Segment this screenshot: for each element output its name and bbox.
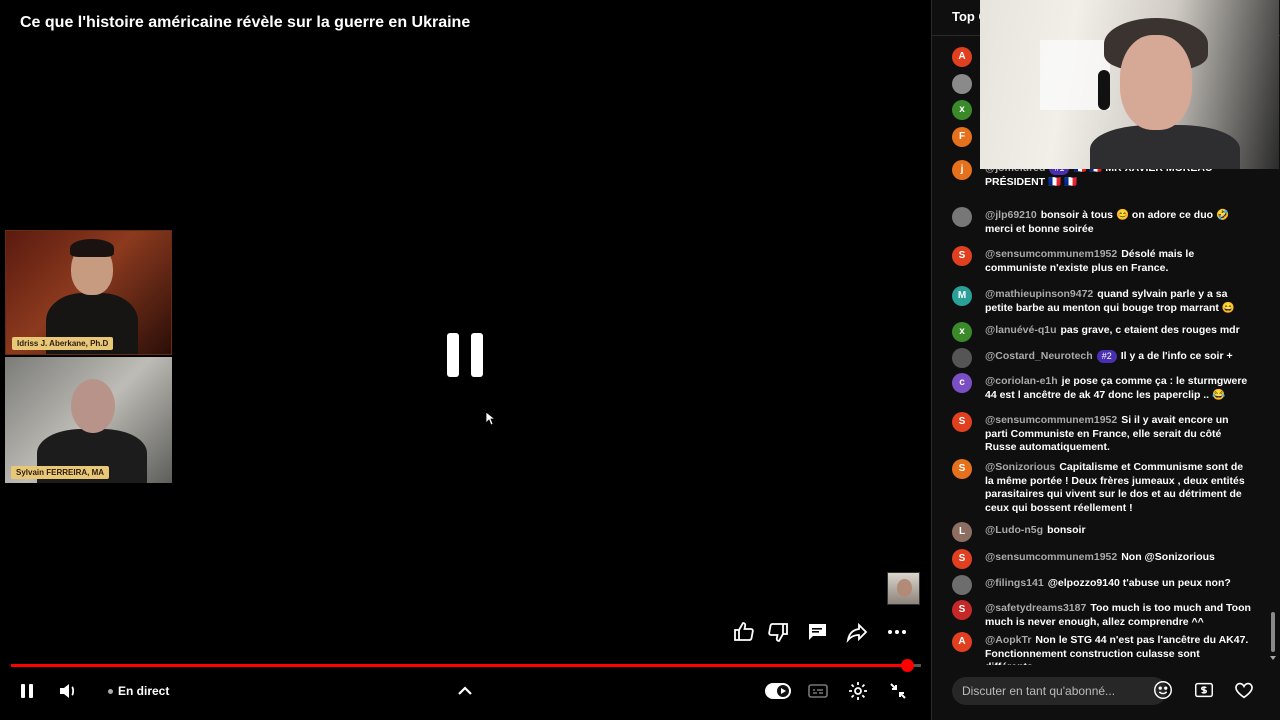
guest-name-label: Sylvain FERREIRA, MA — [11, 466, 110, 479]
message-text: Il y a de l'info ce soir + — [1120, 350, 1233, 362]
avatar[interactable]: x — [952, 322, 972, 342]
message-author[interactable]: @sensumcommunem1952 — [985, 414, 1117, 426]
volume-icon[interactable] — [56, 679, 80, 703]
top-chatter-avatar[interactable]: A — [952, 47, 972, 67]
message-text: bonsoir — [1047, 524, 1086, 536]
message-author[interactable]: @lanuévé-q1u — [985, 324, 1057, 336]
autoplay-toggle[interactable] — [765, 683, 791, 699]
video-player[interactable]: Ce que l'histoire américaine révèle sur … — [0, 0, 931, 720]
chevron-up-icon[interactable] — [453, 679, 477, 703]
avatar[interactable] — [952, 207, 972, 227]
message-author[interactable]: @filings141 — [985, 577, 1044, 589]
message-content: @lanuévé-q1u pas grave, c etaient des rou… — [985, 324, 1251, 338]
super-chat-icon[interactable] — [1193, 679, 1217, 703]
message-author[interactable]: @Sonizorious — [985, 461, 1055, 473]
message-author[interactable]: @safetydreams3187 — [985, 602, 1086, 614]
message-content: @mathieupinson9472 quand sylvain parle y … — [985, 288, 1251, 315]
progress-fill — [11, 664, 908, 667]
heart-icon[interactable] — [1233, 679, 1257, 703]
creator-avatar[interactable] — [887, 572, 920, 605]
message-content: @Costard_Neurotech #2 Il y a de l'info ce … — [985, 350, 1251, 364]
emoji-icon[interactable] — [1152, 679, 1176, 703]
chat-icon[interactable] — [805, 620, 829, 644]
guest-camera-feed: Sylvain FERREIRA, MA — [5, 357, 172, 483]
message-author[interactable]: @Costard_Neurotech — [985, 350, 1093, 362]
message-text: pas grave, c etaient des rouges mdr — [1060, 324, 1240, 336]
progress-scrubber[interactable] — [901, 659, 915, 672]
pause-icon[interactable] — [15, 679, 39, 703]
host-hair — [70, 239, 114, 257]
live-label[interactable]: En direct — [118, 684, 169, 698]
message-content: @safetydreams3187 Too much is too much an… — [985, 602, 1251, 629]
message-content: @AopkTr Non le STG 44 n'est pas l'ancêtre… — [985, 634, 1251, 665]
message-content: @jlp69210 bonsoir à tous 😊 on adore ce du… — [985, 209, 1251, 236]
progress-bar[interactable] — [11, 659, 921, 672]
avatar[interactable]: S — [952, 246, 972, 266]
message-author[interactable]: @jlp69210 — [985, 209, 1037, 221]
streamer-webcam-overlay — [980, 0, 1279, 169]
top-chatter-avatar[interactable]: F — [952, 127, 972, 147]
chat-message-list: j@jomelured#1🇫🇷 🇫🇷 MR XAVIER MOREAU PRÉS… — [932, 160, 1272, 665]
avatar[interactable]: c — [952, 373, 972, 393]
dislike-icon[interactable] — [766, 620, 790, 644]
avatar[interactable]: S — [952, 412, 972, 432]
host-camera-feed: Idriss J. Aberkane, Ph.D — [5, 230, 172, 355]
host-name-label: Idriss J. Aberkane, Ph.D — [12, 337, 114, 350]
top-chatter-avatar[interactable] — [952, 74, 972, 94]
live-indicator-dot — [108, 689, 113, 694]
chat-input-bar — [932, 665, 1280, 720]
message-content: @sensumcommunem1952 Désolé mais le commun… — [985, 248, 1251, 275]
avatar[interactable]: M — [952, 286, 972, 306]
avatar[interactable]: A — [952, 632, 972, 652]
message-content: @sensumcommunem1952 Si il y avait encore … — [985, 414, 1251, 455]
avatar[interactable]: j — [952, 160, 972, 180]
message-content: @sensumcommunem1952 Non @Sonizorious — [985, 551, 1251, 565]
top-chatter-avatar[interactable]: x — [952, 100, 972, 120]
avatar[interactable]: S — [952, 600, 972, 620]
more-icon[interactable] — [885, 620, 909, 644]
guest-head — [71, 379, 115, 433]
rank-badge: #2 — [1096, 350, 1117, 363]
avatar[interactable] — [952, 575, 972, 595]
message-content: @filings141 @elpozzo9140 t'abuse un peux … — [985, 577, 1251, 591]
message-author[interactable]: @coriolan-e1h — [985, 375, 1058, 387]
center-pause-icon[interactable] — [447, 333, 483, 377]
chat-scrollbar[interactable] — [1271, 612, 1275, 652]
message-author[interactable]: @mathieupinson9472 — [985, 288, 1093, 300]
mouse-cursor-icon — [486, 412, 496, 426]
live-chat-panel: Top C AxF j@jomelured#1🇫🇷 🇫🇷 MR XAVIER M… — [931, 0, 1280, 720]
exit-fullscreen-icon[interactable] — [886, 679, 910, 703]
message-content: @Ludo-n5g bonsoir — [985, 524, 1251, 538]
message-author[interactable]: @Ludo-n5g — [985, 524, 1043, 536]
settings-icon[interactable] — [846, 679, 870, 703]
message-author[interactable]: @AopkTr — [985, 634, 1031, 646]
like-icon[interactable] — [732, 620, 756, 644]
subtitles-icon[interactable] — [806, 679, 830, 703]
avatar[interactable] — [952, 348, 972, 368]
message-author[interactable]: @sensumcommunem1952 — [985, 248, 1117, 260]
avatar[interactable]: L — [952, 522, 972, 542]
share-icon[interactable] — [845, 620, 869, 644]
avatar[interactable]: S — [952, 459, 972, 479]
message-content: @coriolan-e1h je pose ça comme ça : le st… — [985, 375, 1251, 402]
avatar[interactable]: S — [952, 549, 972, 569]
message-content: @Sonizorious Capitalisme et Communisme so… — [985, 461, 1251, 515]
chat-input[interactable] — [952, 677, 1167, 705]
message-author[interactable]: @sensumcommunem1952 — [985, 551, 1117, 563]
message-text: Non @Sonizorious — [1121, 551, 1215, 563]
message-text: @elpozzo9140 t'abuse un peux non? — [1047, 577, 1231, 589]
scroll-down-arrow-icon[interactable] — [1270, 656, 1276, 660]
video-title: Ce que l'histoire américaine révèle sur … — [20, 14, 471, 31]
